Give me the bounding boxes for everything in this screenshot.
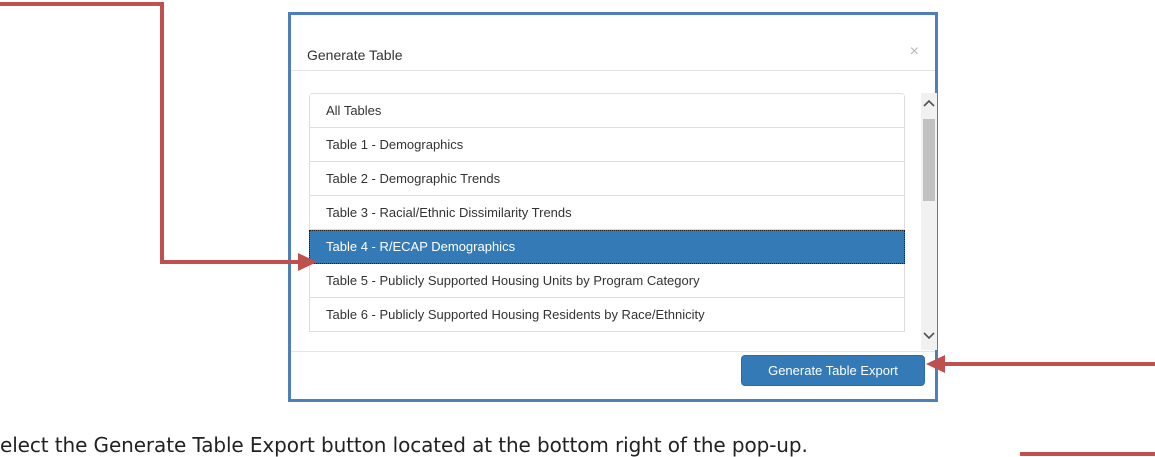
- instruction-caption: elect the Generate Table Export button l…: [0, 433, 808, 457]
- annotation-arrow-left: [0, 2, 300, 264]
- annotation-arrows: [0, 2, 1155, 456]
- annotation-arrowhead-left: [298, 253, 317, 271]
- annotation-arrowhead-right: [926, 355, 945, 373]
